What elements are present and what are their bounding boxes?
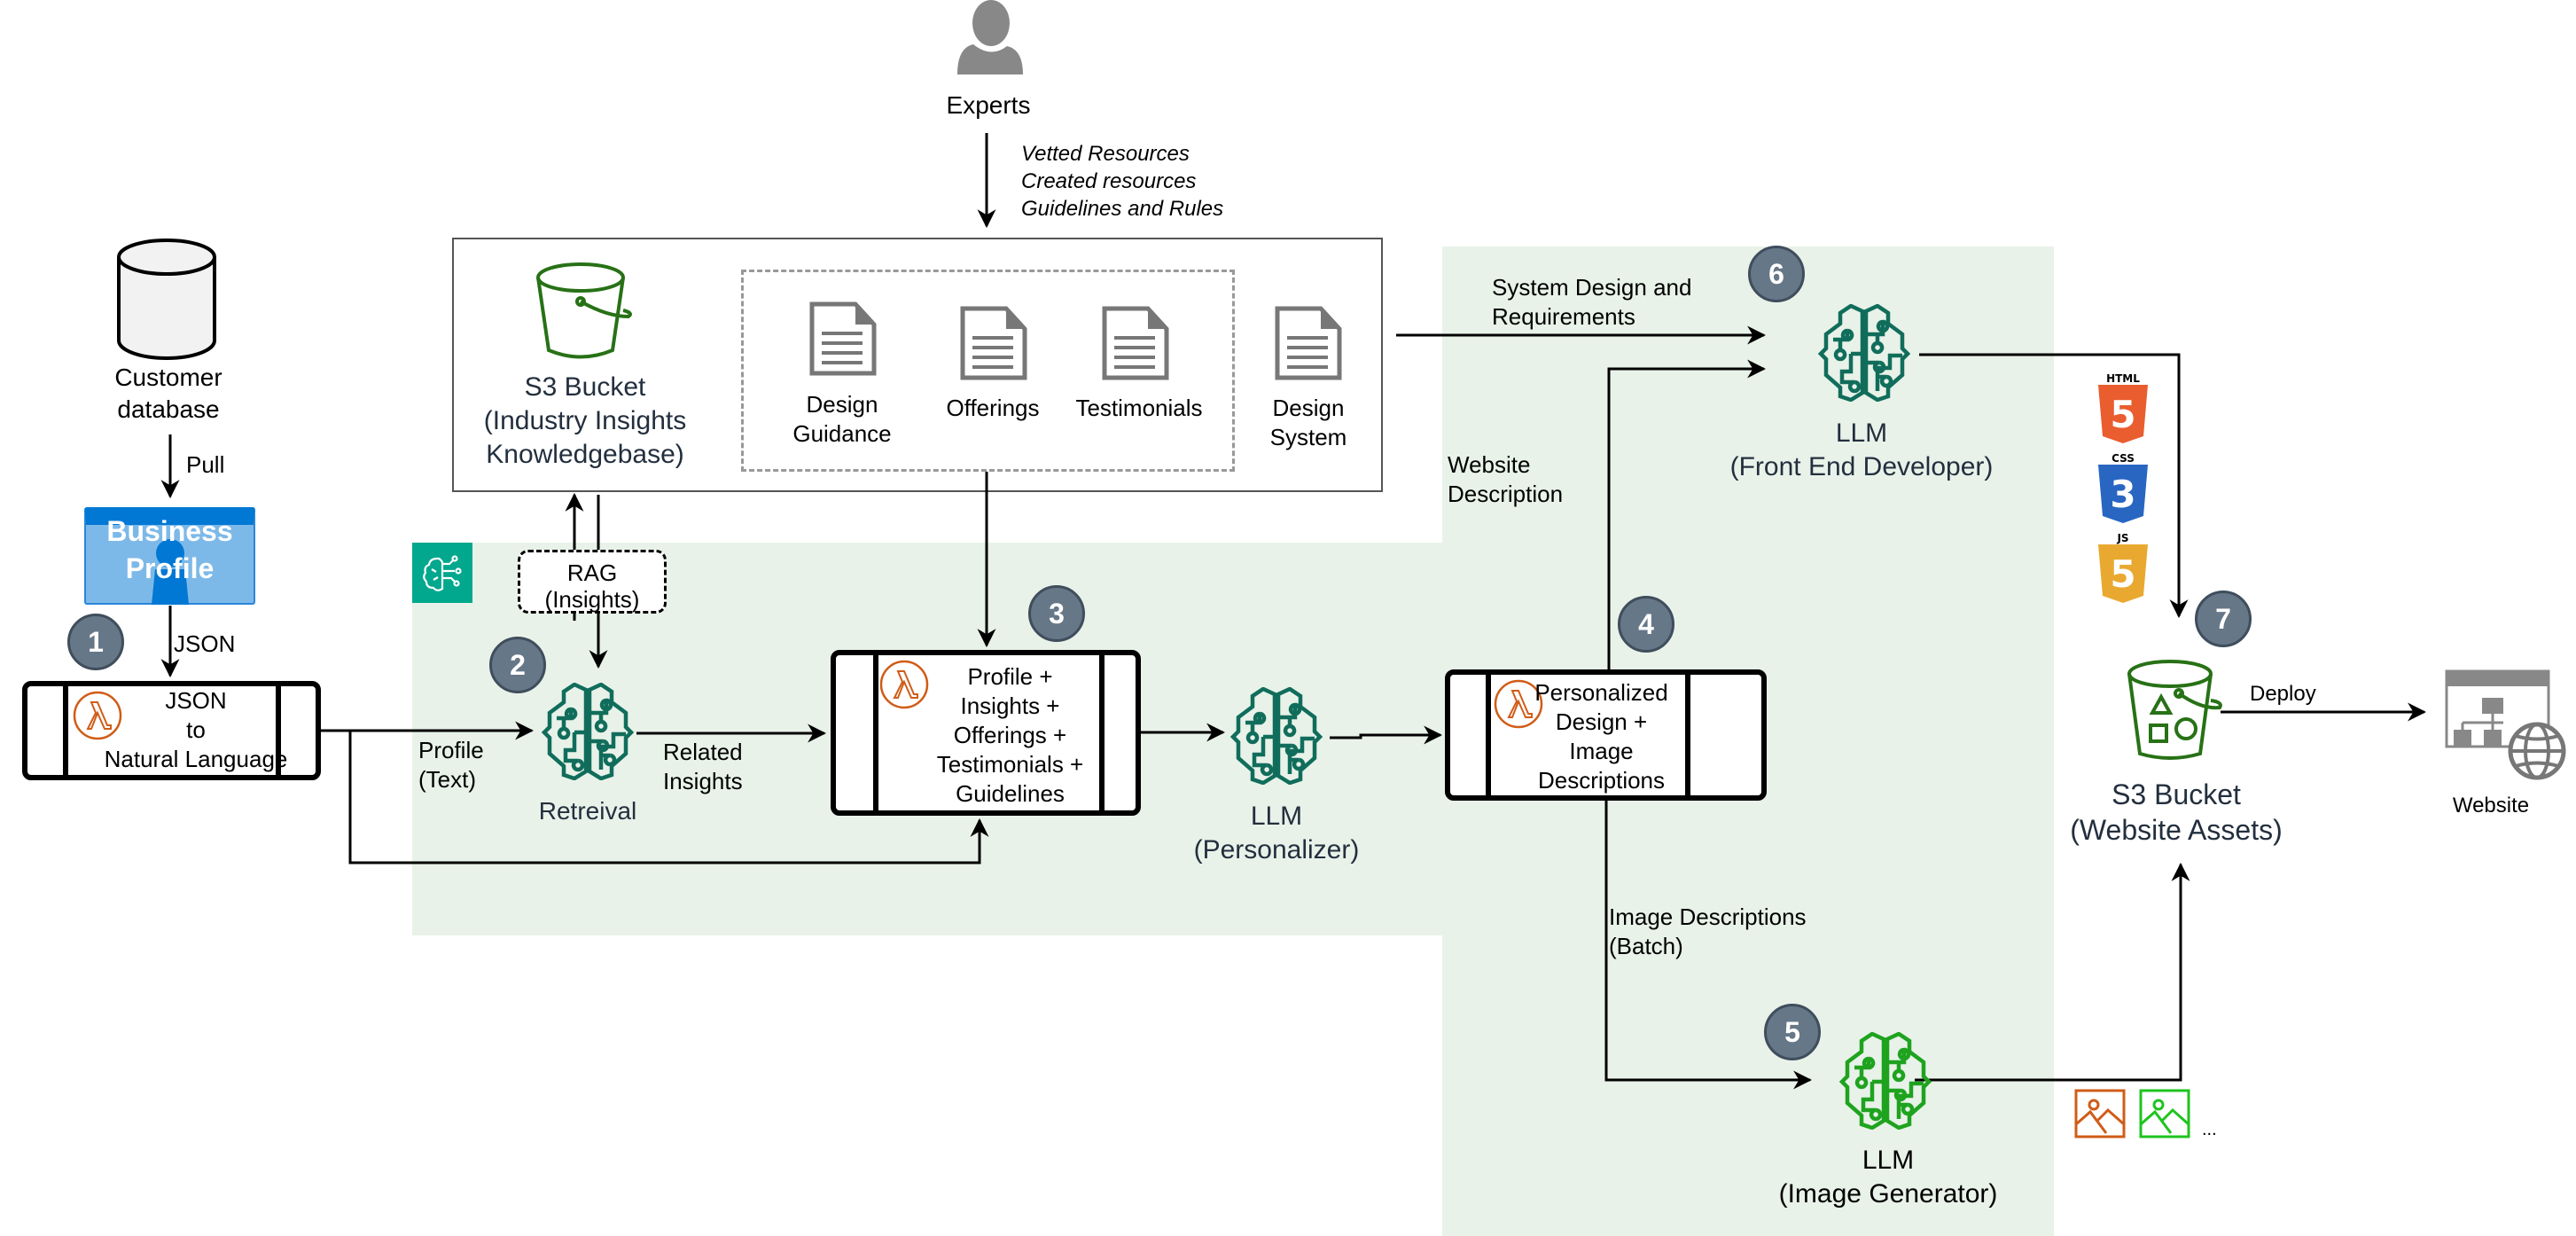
- experts-user-icon: [957, 0, 1023, 74]
- svg-text:5: 5: [2110, 552, 2135, 596]
- step-badge-4: 4: [1618, 596, 1674, 653]
- lambda-personalized-design[interactable]: Personalized Design + Image Descriptions: [1445, 669, 1767, 801]
- ai-brain-icon-retrieval: [541, 683, 635, 780]
- edge-label-profile-text: Profile (Text): [418, 737, 484, 793]
- s3-knowledgebase-label: S3 Bucket (Industry Insights Knowledgeba…: [483, 372, 687, 469]
- step-badge-7: 7: [2195, 591, 2252, 647]
- experts-note-3: Guidelines and Rules: [1021, 197, 1224, 221]
- image-icon-orange: [2074, 1089, 2126, 1138]
- arrow-imagegen-to-s3: [1915, 862, 2190, 1082]
- personalizer-label: LLM (Personalizer): [1193, 802, 1360, 864]
- document-icon-design-guidance: [809, 301, 877, 376]
- step-badge-3: 3: [1028, 585, 1085, 642]
- doc-label-offerings: Offerings: [946, 395, 1040, 421]
- lambda-4-label: Personalized Design + Image Descriptions: [1534, 679, 1668, 794]
- lambda-compose-context[interactable]: Profile + Insights + Offerings + Testimo…: [831, 650, 1141, 816]
- business-profile-label: Business Profile: [106, 515, 233, 584]
- experts-note-1: Vetted Resources: [1021, 142, 1190, 166]
- more-images-ellipsis: ...: [2202, 1120, 2217, 1139]
- svg-text:3: 3: [2110, 473, 2135, 516]
- arrow-personalizer-to-lambda4: [1330, 725, 1443, 745]
- connector-lines: [160, 133, 2427, 1090]
- image-generator-label: LLM (Image Generator): [1778, 1146, 1998, 1209]
- css3-icon: CSS 3: [2096, 452, 2150, 525]
- ai-brain-icon-image-generator: [1838, 1032, 1932, 1130]
- edge-label-deploy: Deploy: [2250, 682, 2316, 706]
- pull-label: Pull: [186, 451, 225, 478]
- document-icon-offerings: [960, 306, 1027, 380]
- s3-website-assets-label: S3 Bucket (Website Assets): [2070, 778, 2283, 846]
- lambda-3-label: Profile + Insights + Offerings + Testimo…: [936, 663, 1084, 807]
- doc-label-design-system: Design System: [1269, 395, 1347, 450]
- image-icon-green: [2139, 1089, 2190, 1138]
- step-badge-2: 2: [489, 637, 546, 693]
- business-profile-card: Business Profile: [84, 507, 255, 605]
- edge-label-image-descriptions: Image Descriptions (Batch): [1609, 904, 1807, 959]
- step-badge-1: 1: [67, 614, 124, 670]
- document-icon-testimonials: [1102, 306, 1169, 380]
- ai-brain-icon-personalizer: [1229, 687, 1323, 785]
- frontend-llm-label: LLM (Front End Developer): [1729, 419, 1994, 481]
- rag-label: RAG (Insights): [544, 559, 640, 613]
- step-badge-5: 5: [1764, 1004, 1821, 1060]
- experts-label: Experts: [946, 91, 1031, 119]
- edge-label-related-insights: Related Insights: [663, 739, 743, 794]
- svg-text:5: 5: [2110, 393, 2135, 436]
- doc-label-testimonials: Testimonials: [1075, 395, 1203, 421]
- json-label: JSON: [174, 630, 236, 657]
- step-badge-6: 6: [1748, 246, 1805, 302]
- s3-bucket-icon: [536, 262, 632, 359]
- website-icon: [2445, 669, 2566, 780]
- website-label: Website: [2452, 794, 2530, 817]
- experts-note-2: Created resources: [1021, 169, 1197, 193]
- html5-icon: HTML 5: [2096, 372, 2150, 445]
- database-icon: [117, 239, 216, 360]
- lambda-json-to-nl[interactable]: JSON to Natural Language: [22, 681, 321, 780]
- lambda-1-label: JSON to Natural Language: [104, 687, 288, 772]
- customer-db-label: Customer database: [114, 364, 222, 423]
- retrieval-label: Retreival: [538, 797, 637, 825]
- doc-label-design-guidance: Design Guidance: [792, 391, 892, 447]
- document-icon-design-system: [1275, 306, 1342, 380]
- ai-brain-icon-frontend: [1817, 304, 1911, 402]
- rag-insights-box: RAG (Insights): [518, 550, 667, 614]
- javascript-icon: JS 5: [2096, 532, 2150, 605]
- edge-label-system-design: System Design and Requirements: [1492, 274, 1692, 330]
- edge-label-website-description: Website Description: [1448, 451, 1564, 507]
- s3-bucket-assets-icon: [2127, 660, 2222, 760]
